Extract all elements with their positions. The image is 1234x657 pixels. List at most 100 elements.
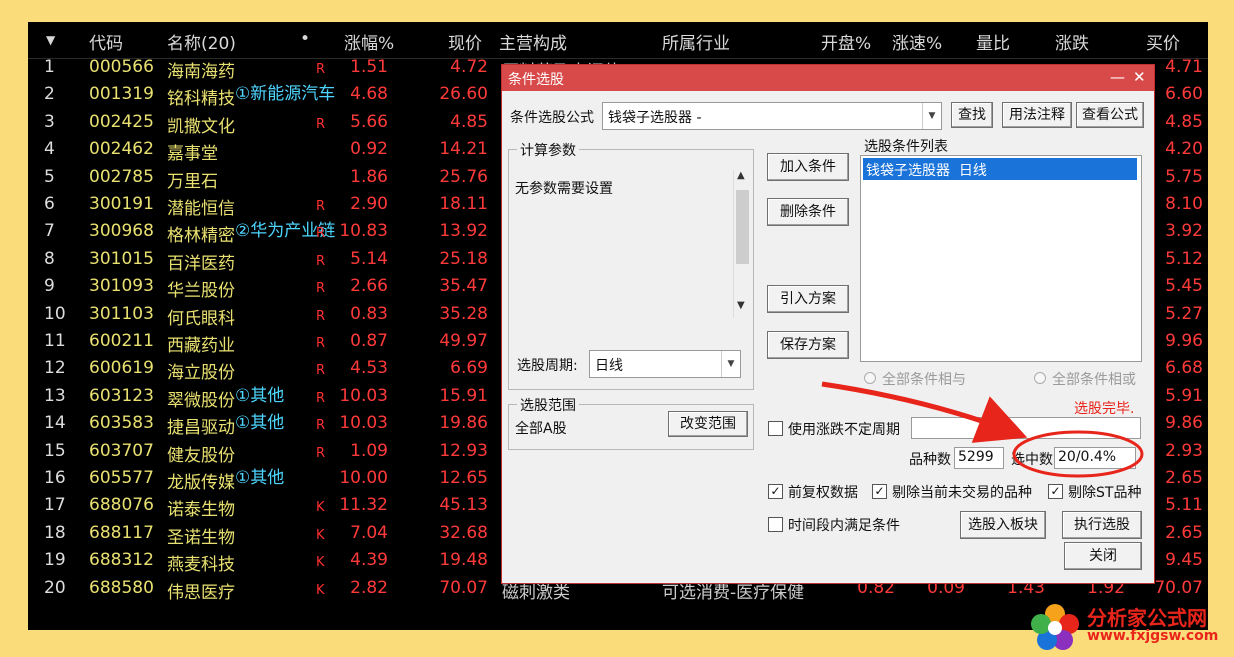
chevron-down-icon[interactable]: ▼ [922, 103, 941, 129]
cell-bid: 4.85 [1165, 111, 1203, 132]
cell-idx: 4 [44, 139, 55, 160]
uncertain-period-checkbox[interactable] [768, 421, 783, 436]
cell-code: 000566 [89, 57, 154, 77]
selected-label: 选中数 [1011, 452, 1053, 468]
cell-flag: R [316, 418, 326, 434]
cell-name: 捷昌驱动 [167, 418, 235, 439]
params-scrollbar[interactable]: ▲ ▼ [733, 170, 751, 318]
run-select-button[interactable]: 执行选股 [1062, 511, 1142, 539]
cell-bid: 4.20 [1165, 139, 1203, 160]
cell-price: 25.18 [439, 248, 488, 269]
cell-chg: 1.86 [350, 166, 388, 187]
cell-price: 12.65 [439, 468, 488, 488]
col-price[interactable]: 现价 [448, 29, 482, 54]
untraded-checkbox[interactable]: ✓ [872, 484, 887, 499]
to-board-button[interactable]: 选股入板块 [960, 511, 1046, 539]
cell-idx: 17 [44, 495, 66, 516]
cell-flag: R [316, 308, 326, 324]
radio-or[interactable] [1034, 372, 1046, 384]
cell-chg: 0.83 [350, 303, 388, 324]
cell-price: 19.48 [439, 550, 488, 571]
condition-list[interactable]: 钱袋子选股器 日线 [860, 155, 1142, 362]
logo-title: 分析家公式网 [1087, 606, 1207, 630]
radio-and[interactable] [864, 372, 876, 384]
import-plan-button[interactable]: 引入方案 [767, 285, 849, 313]
scroll-down-icon[interactable]: ▼ [737, 300, 745, 311]
scroll-thumb[interactable] [736, 190, 749, 264]
st-checkbox[interactable]: ✓ [1048, 484, 1063, 499]
radio-or-label: 全部条件相或 [1052, 372, 1136, 388]
radio-and-label: 全部条件相与 [882, 372, 966, 388]
col-dot: • [300, 29, 311, 49]
cell-idx: 6 [44, 194, 55, 214]
scroll-up-icon[interactable]: ▲ [737, 170, 745, 181]
col-code[interactable]: 代码 [89, 29, 123, 54]
col-change[interactable]: 涨幅% [344, 29, 394, 54]
cell-price: 12.93 [439, 440, 488, 461]
sort-icon[interactable]: ▼ [46, 33, 55, 47]
view-formula-button[interactable]: 查看公式 [1076, 102, 1144, 128]
cell-idx: 10 [44, 303, 66, 324]
logo-url[interactable]: www.fxjgsw.com [1087, 628, 1218, 644]
cell-idx: 18 [44, 522, 66, 543]
cell-bid: 8.10 [1165, 194, 1203, 214]
period-condition-checkbox[interactable] [768, 517, 783, 532]
usage-button[interactable]: 用法注释 [1002, 102, 1072, 128]
cell-chg: 2.82 [350, 577, 388, 598]
cell-name: 潜能恒信 [167, 199, 235, 219]
cell-price: 19.86 [439, 413, 488, 434]
cell-flag: R [316, 116, 326, 132]
col-volratio[interactable]: 量比 [976, 29, 1010, 54]
params-group: 计算参数 无参数需要设置 ▲ ▼ 选股周期: 日线 ▼ [508, 140, 754, 390]
cell-idx: 1 [44, 57, 55, 77]
cell-bid: 9.45 [1165, 550, 1203, 571]
minimize-icon[interactable]: — [1110, 68, 1125, 86]
cell-idx: 13 [44, 385, 66, 406]
save-plan-button[interactable]: 保存方案 [767, 331, 849, 359]
cell-code: 600211 [89, 331, 154, 351]
cell-chg: 0.92 [350, 139, 388, 160]
condition-item[interactable]: 钱袋子选股器 日线 [863, 158, 1137, 180]
chevron-down-icon[interactable]: ▼ [721, 351, 740, 377]
cell-bid: 70.07 [1154, 577, 1203, 598]
cell-idx: 15 [44, 440, 66, 461]
cell-flag: R [316, 226, 326, 242]
adjust-checkbox[interactable]: ✓ [768, 484, 783, 499]
cell-chg: 4.68 [350, 84, 388, 105]
cell-name: 圣诺生物 [167, 527, 235, 548]
col-name[interactable]: 名称(20) [167, 29, 236, 54]
cell-price: 13.92 [439, 221, 488, 242]
cell-code: 301015 [89, 248, 154, 269]
close-button[interactable]: 关闭 [1064, 542, 1142, 570]
formula-select[interactable]: 钱袋子选股器 - ▼ [602, 102, 942, 130]
cell-price: 6.69 [450, 358, 488, 379]
close-icon[interactable]: ✕ [1133, 68, 1146, 86]
cell-bid: 5.91 [1165, 385, 1203, 406]
cell-code: 688580 [89, 577, 154, 598]
period-select[interactable]: 日线 ▼ [589, 350, 741, 378]
cell-idx: 9 [44, 276, 55, 297]
cell-flag: R [316, 445, 326, 461]
cell-idx: 20 [44, 577, 66, 598]
col-rise[interactable]: 涨跌 [1055, 29, 1089, 54]
cell-bid: 2.65 [1165, 522, 1203, 543]
col-speed[interactable]: 涨速% [892, 29, 942, 54]
col-main[interactable]: 主营构成 [499, 29, 567, 54]
delete-condition-button[interactable]: 删除条件 [767, 198, 849, 226]
cell-price: 49.97 [439, 331, 488, 351]
uncertain-period-input[interactable] [911, 417, 1141, 439]
add-condition-button[interactable]: 加入条件 [767, 153, 849, 181]
selected-value: 20/0.4% [1058, 449, 1117, 465]
cell-flag: K [316, 527, 325, 543]
col-open[interactable]: 开盘% [821, 29, 871, 54]
col-industry[interactable]: 所属行业 [662, 29, 730, 54]
col-bid[interactable]: 买价 [1146, 29, 1180, 54]
cell-name: 海立股份 [167, 363, 235, 384]
find-button[interactable]: 查找 [951, 102, 993, 128]
flower-logo-icon [1031, 604, 1079, 650]
condition-list-label: 选股条件列表 [864, 139, 948, 155]
change-range-button[interactable]: 改变范围 [668, 411, 748, 437]
cell-idx: 11 [44, 331, 66, 351]
dialog-title: 条件选股 [508, 72, 564, 88]
count-value: 5299 [958, 449, 994, 465]
